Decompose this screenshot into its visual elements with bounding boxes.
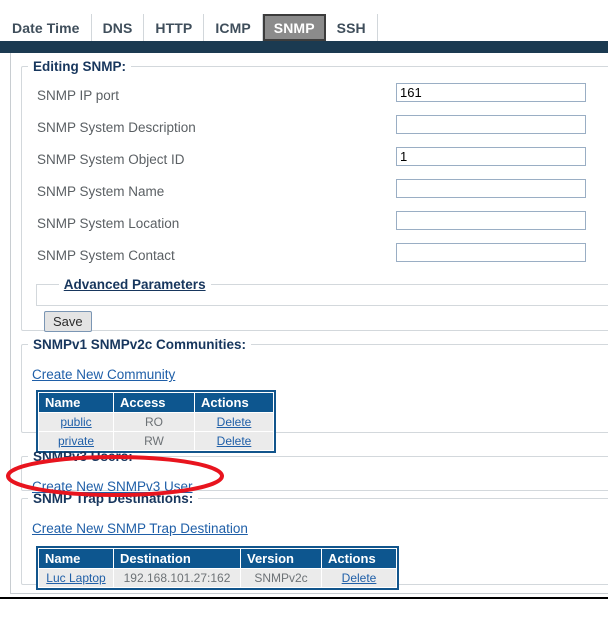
tab-snmp[interactable]: SNMP — [263, 14, 326, 41]
tab-date-time[interactable]: Date Time — [0, 14, 92, 41]
form-row: SNMP System Description — [22, 113, 608, 145]
communities-table: NameAccessActions public RO Delete private RW… — [36, 390, 276, 453]
cell-version: SNMPv2c — [241, 569, 321, 587]
form-row: SNMP System Name — [22, 177, 608, 209]
table-row: private RW Delete — [39, 432, 273, 450]
page-content-frame: Editing SNMP: SNMP IP port SNMP System De… — [10, 53, 608, 594]
field-label: SNMP System Name — [37, 184, 164, 199]
table-row: public RO Delete — [39, 413, 273, 431]
editing-snmp-legend: Editing SNMP: — [28, 59, 131, 74]
navigation-strip — [0, 41, 608, 53]
cell-name[interactable]: public — [39, 413, 113, 431]
cell-access: RO — [114, 413, 194, 431]
tab-bar: Date TimeDNSHTTPICMPSNMPSSH — [0, 14, 608, 41]
form-row: SNMP System Location — [22, 209, 608, 241]
form-row: SNMP System Contact — [22, 241, 608, 273]
bottom-divider — [0, 597, 608, 599]
advanced-parameters-section: Advanced Parameters — [36, 277, 608, 306]
row-name-link[interactable]: public — [60, 415, 91, 429]
table-header-row: NameDestinationVersionActions — [39, 549, 396, 568]
field-label: SNMP System Description — [37, 120, 196, 135]
row-name-link[interactable]: private — [58, 434, 94, 448]
tab-http[interactable]: HTTP — [144, 14, 204, 41]
tab-ssh[interactable]: SSH — [326, 14, 378, 41]
delete-link[interactable]: Delete — [342, 571, 377, 585]
form-row: SNMP System Object ID — [22, 145, 608, 177]
field-input[interactable] — [396, 147, 586, 166]
table-header-row: NameAccessActions — [39, 393, 273, 412]
column-header: Version — [241, 549, 321, 568]
tab-icmp[interactable]: ICMP — [204, 14, 262, 41]
form-row: SNMP IP port — [22, 81, 608, 113]
field-label: SNMP System Contact — [37, 248, 175, 263]
communities-legend: SNMPv1 SNMPv2c Communities: — [28, 337, 251, 352]
cell-name[interactable]: Luc Laptop — [39, 569, 113, 587]
trap-destinations-section: SNMP Trap Destinations: Create New SNMP … — [21, 491, 608, 585]
column-header: Access — [114, 393, 194, 412]
tab-list: Date TimeDNSHTTPICMPSNMPSSH — [0, 14, 608, 42]
field-input[interactable] — [396, 179, 586, 198]
column-header: Destination — [114, 549, 240, 568]
column-header: Name — [39, 393, 113, 412]
column-header: Name — [39, 549, 113, 568]
tab-bar-filler — [378, 14, 608, 41]
editing-snmp-section: Editing SNMP: SNMP IP port SNMP System De… — [21, 59, 608, 331]
snmp-form-fields: SNMP IP port SNMP System Description SNMP … — [22, 74, 608, 273]
field-input[interactable] — [396, 115, 586, 134]
row-name-link[interactable]: Luc Laptop — [46, 571, 105, 585]
cell-action[interactable]: Delete — [322, 569, 396, 587]
table-row: Luc Laptop 192.168.101.27:162SNMPv2c Delet… — [39, 569, 396, 587]
create-new-community-link[interactable]: Create New Community — [32, 367, 175, 382]
trap-destinations-legend: SNMP Trap Destinations: — [28, 491, 198, 506]
cell-access: RW — [114, 432, 194, 450]
tab-dns[interactable]: DNS — [92, 14, 145, 41]
delete-link[interactable]: Delete — [217, 415, 252, 429]
cell-name[interactable]: private — [39, 432, 113, 450]
field-label: SNMP System Location — [37, 216, 179, 231]
cell-action[interactable]: Delete — [195, 413, 273, 431]
create-new-trap-destination-link[interactable]: Create New SNMP Trap Destination — [32, 521, 248, 536]
field-input[interactable] — [396, 83, 586, 102]
field-input[interactable] — [396, 243, 586, 262]
snmpv3-users-legend: SNMPv3 Users: — [28, 449, 138, 464]
delete-link[interactable]: Delete — [217, 434, 252, 448]
snmpv3-users-section: SNMPv3 Users: Create New SNMPv3 User — [21, 449, 608, 491]
save-button[interactable]: Save — [44, 311, 92, 332]
column-header: Actions — [322, 549, 396, 568]
field-input[interactable] — [396, 211, 586, 230]
advanced-parameters-link[interactable]: Advanced Parameters — [59, 277, 211, 292]
trap-destinations-table: NameDestinationVersionActions Luc Laptop 1… — [36, 546, 399, 590]
field-label: SNMP IP port — [37, 88, 119, 103]
column-header: Actions — [195, 393, 273, 412]
cell-destination: 192.168.101.27:162 — [114, 569, 240, 587]
field-label: SNMP System Object ID — [37, 152, 185, 167]
cell-action[interactable]: Delete — [195, 432, 273, 450]
communities-section: SNMPv1 SNMPv2c Communities: Create New C… — [21, 337, 608, 433]
